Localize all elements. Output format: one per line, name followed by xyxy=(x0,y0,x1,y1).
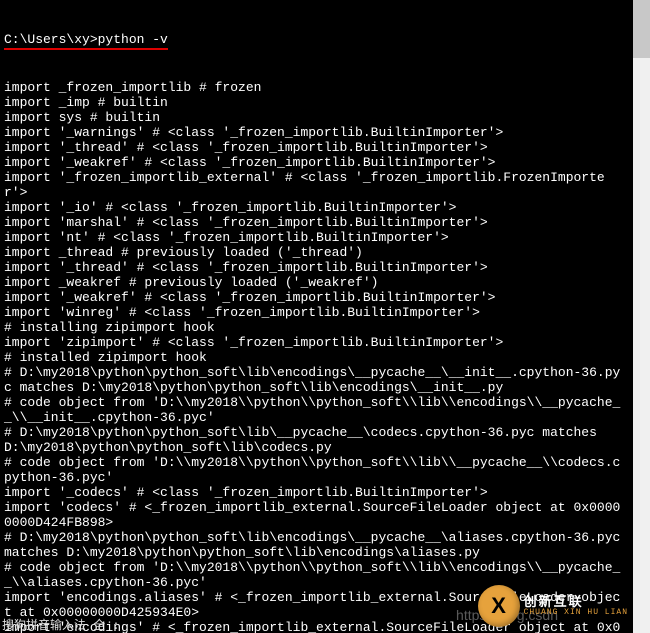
terminal-line: import _imp # builtin xyxy=(4,95,626,110)
terminal-line: import '_io' # <class '_frozen_importlib… xyxy=(4,200,626,215)
terminal-line: # D:\my2018\python\python_soft\lib\encod… xyxy=(4,530,626,560)
terminal-line: import 'marshal' # <class '_frozen_impor… xyxy=(4,215,626,230)
terminal-line: import '_warnings' # <class '_frozen_imp… xyxy=(4,125,626,140)
scroll-thumb[interactable] xyxy=(633,0,650,58)
terminal-line: # installed zipimport hook xyxy=(4,350,626,365)
terminal-line: # code object from 'D:\\my2018\\python\\… xyxy=(4,395,626,425)
terminal-line: # code object from 'D:\\my2018\\python\\… xyxy=(4,560,626,590)
terminal-line: # D:\my2018\python\python_soft\lib\encod… xyxy=(4,365,626,395)
terminal-line: # installing zipimport hook xyxy=(4,320,626,335)
terminal-line: import '_thread' # <class '_frozen_impor… xyxy=(4,260,626,275)
terminal-line: # code object from 'D:\\my2018\\python\\… xyxy=(4,455,626,485)
command-prompt: C:\Users\xy>python -v xyxy=(4,32,168,50)
terminal-line: import '_frozen_importlib_external' # <c… xyxy=(4,170,626,200)
terminal-line: # D:\my2018\python\python_soft\lib\__pyc… xyxy=(4,425,626,455)
terminal-line: import 'codecs' # <_frozen_importlib_ext… xyxy=(4,500,626,530)
terminal-line: import 'winreg' # <class '_frozen_import… xyxy=(4,305,626,320)
terminal-line: import 'zipimport' # <class '_frozen_imp… xyxy=(4,335,626,350)
command-prompt-line: C:\Users\xy>python -v xyxy=(4,32,626,50)
terminal-output[interactable]: C:\Users\xy>python -v import _frozen_imp… xyxy=(0,0,630,633)
terminal-line: import _thread # previously loaded ('_th… xyxy=(4,245,626,260)
terminal-line: import '_weakref' # <class '_frozen_impo… xyxy=(4,155,626,170)
terminal-line: import _weakref # previously loaded ('_w… xyxy=(4,275,626,290)
terminal-line: import '_weakref' # <class '_frozen_impo… xyxy=(4,290,626,305)
terminal-line: import _frozen_importlib # frozen xyxy=(4,80,626,95)
ime-status-bar: 搜狗拼音输入法 全 : xyxy=(0,616,122,633)
terminal-line: import 'nt' # <class '_frozen_importlib.… xyxy=(4,230,626,245)
terminal-line: import sys # builtin xyxy=(4,110,626,125)
terminal-line: import '_codecs' # <class '_frozen_impor… xyxy=(4,485,626,500)
terminal-line: import '_thread' # <class '_frozen_impor… xyxy=(4,140,626,155)
vertical-scrollbar[interactable] xyxy=(633,0,650,633)
